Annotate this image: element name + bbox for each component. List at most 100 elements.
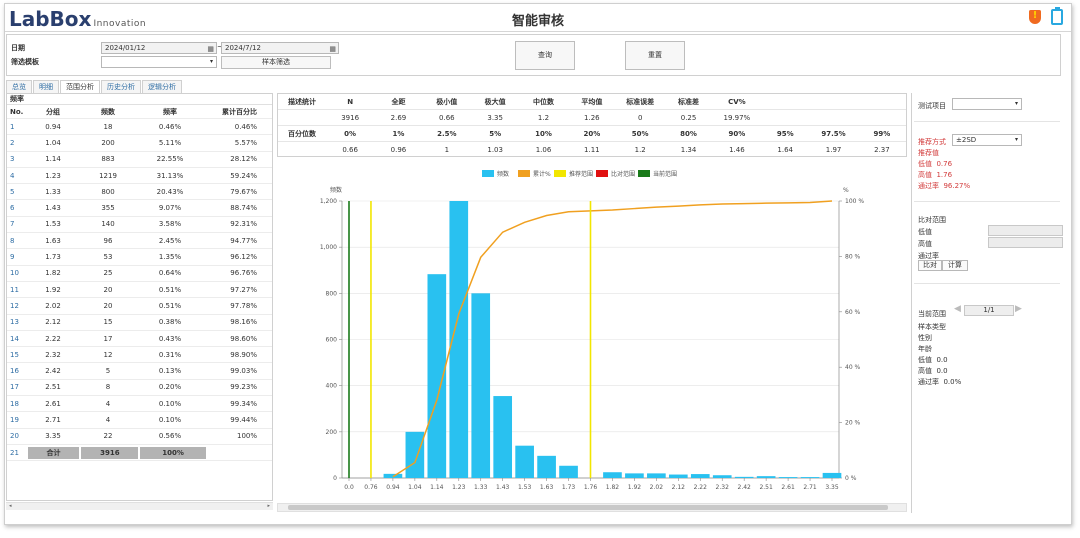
date-label: 日期 [11, 44, 25, 52]
tab-detail[interactable]: 明细 [33, 80, 59, 93]
table-cell: 0.51% [158, 301, 182, 310]
stats-cell: 90% [728, 129, 746, 138]
y-tick-label-left: 0 [333, 475, 337, 482]
calendar-icon[interactable]: ▦ [329, 44, 336, 54]
recommend-method-select[interactable]: ±2SD ▾ [952, 134, 1022, 146]
histogram-bar [625, 473, 644, 478]
histogram-bar [537, 455, 556, 478]
tab-bar: 总览 明细 范围分析 历史分析 逻辑分析 [6, 80, 183, 93]
compare-low-input[interactable] [988, 225, 1063, 236]
col-header-group: 分组 [46, 107, 60, 116]
total-row-freq: 100% [140, 446, 206, 459]
table-row[interactable]: 11 1.92 20 0.51% 97.27% [7, 282, 272, 299]
stats-cell: 0.66 [342, 146, 358, 154]
prev-arrow-icon[interactable]: ◀ [954, 304, 961, 314]
table-cell: 0.64% [158, 269, 182, 278]
compare-high-input[interactable] [988, 237, 1063, 248]
x-tick-label: 1.33 [474, 484, 488, 491]
x-tick-label: 2.02 [650, 484, 664, 491]
calc-button[interactable]: 计算 [942, 260, 968, 271]
stats-cell: 3.35 [487, 113, 503, 122]
table-row[interactable]: 12 2.02 20 0.51% 97.78% [7, 298, 272, 315]
table-cell: 15 [103, 318, 113, 327]
table-cell: 17 [10, 383, 19, 392]
table-row[interactable]: 9 1.73 53 1.35% 96.12% [7, 249, 272, 266]
chart-svg: 频数 累计% 推荐范围 比对范围 当前范围频数 %02004006008001,0001,… [320, 170, 864, 491]
table-cell: 0.10% [158, 415, 182, 424]
template-select[interactable]: ▾ [101, 56, 217, 68]
current-range-label: 当前范围 [918, 310, 946, 318]
sample-filter-button[interactable]: 样本筛选 [221, 56, 331, 69]
reset-button[interactable]: 重置 [625, 41, 685, 70]
compare-button[interactable]: 比对 [918, 260, 942, 271]
table-cell: 3.35 [45, 432, 61, 441]
tab-overview[interactable]: 总览 [6, 80, 32, 93]
table-cell: 0.20% [158, 383, 182, 392]
query-button[interactable]: 查询 [515, 41, 575, 70]
stats-cell: 标准差 [678, 97, 700, 106]
table-row[interactable]: 20 3.35 22 0.56% 100% [7, 429, 272, 445]
histogram-chart: 频数 累计% 推荐范围 比对范围 当前范围 频数% 0 200 400 600 800 1,000 1,… [277, 160, 907, 500]
tab-range-analysis[interactable]: 范围分析 [60, 80, 100, 93]
stats-cell: 19.97% [723, 113, 751, 122]
legend-label: 累计% [533, 170, 551, 178]
app-window: LabBoxInnovation 智能审核 日期 筛选模板 2024/01/12… [4, 3, 1072, 525]
tab-history-analysis[interactable]: 历史分析 [101, 80, 141, 93]
table-row[interactable]: 2 1.04 200 5.11% 5.57% [7, 135, 272, 152]
table-cell: 1.23 [45, 171, 61, 180]
table-cell: 96 [103, 236, 113, 245]
table-row[interactable]: 1 0.94 18 0.46% 0.46% [7, 119, 272, 136]
calendar-icon[interactable]: ▦ [207, 44, 214, 54]
table-scrollbar[interactable]: ◂ ▸ [6, 502, 273, 510]
test-item-select[interactable]: ▾ [952, 98, 1022, 110]
alert-shield-icon[interactable] [1029, 10, 1041, 24]
y-tick-label-right: 60 % [845, 309, 861, 316]
table-row[interactable]: 19 2.71 4 0.10% 99.44% [7, 412, 272, 429]
divider [914, 121, 1060, 122]
stats-cell: 标准误差 [626, 97, 655, 106]
pager: 1/1 [964, 305, 1014, 316]
stats-cell: 1.97 [825, 146, 842, 154]
table-cell: 98.90% [230, 350, 257, 359]
chart-scroll-thumb[interactable] [288, 505, 888, 510]
page-title: 智能审核 [511, 14, 564, 29]
compare-low-label: 低值 [918, 228, 932, 236]
recommend-method-label: 推荐方式 [918, 138, 946, 146]
frequency-table-header: No. 分组 频数 频率 累计百分比 [7, 105, 272, 119]
table-row[interactable]: 16 2.42 5 0.13% 99.03% [7, 363, 272, 380]
compare-high-label: 高值 [918, 240, 932, 248]
compare-range-label: 比对范围 [918, 216, 946, 224]
table-row[interactable]: 13 2.12 15 0.38% 98.16% [7, 315, 272, 331]
total-row-no: 21 [10, 448, 19, 457]
chart-scrollbar[interactable] [277, 503, 907, 512]
date-to-input[interactable]: 2024/7/12 ▦ [221, 42, 339, 54]
table-row[interactable]: 6 1.43 355 9.07% 88.74% [7, 200, 272, 217]
legend-swatch [482, 170, 494, 177]
table-cell: 8 [10, 236, 15, 245]
table-row[interactable]: 4 1.23 1219 31.13% 59.24% [7, 168, 272, 185]
next-arrow-icon[interactable]: ▶ [1015, 304, 1022, 314]
y-tick-label-right: 0 % [845, 475, 857, 482]
col-header-count: 频数 [101, 107, 115, 116]
table-row[interactable]: 5 1.33 800 20.43% 79.67% [7, 184, 272, 201]
table-row[interactable]: 15 2.32 12 0.31% 98.90% [7, 347, 272, 364]
table-row[interactable]: 10 1.82 25 0.64% 96.76% [7, 266, 272, 282]
y-tick-label-right: 100 % [845, 198, 864, 205]
table-row[interactable]: 18 2.61 4 0.10% 99.34% [7, 396, 272, 413]
table-cell: 88.74% [230, 204, 257, 213]
date-from-input[interactable]: 2024/01/12 ▦ [101, 42, 217, 54]
table-cell: 99.23% [230, 383, 257, 392]
tab-logic-analysis[interactable]: 逻辑分析 [142, 80, 182, 93]
clipboard-icon[interactable] [1051, 7, 1063, 25]
gender-label: 性别 [918, 334, 932, 342]
table-row[interactable]: 14 2.22 17 0.43% 98.60% [7, 331, 272, 348]
table-row[interactable]: 8 1.63 96 2.45% 94.77% [7, 233, 272, 250]
stats-cell: 0.66 [439, 113, 455, 122]
x-tick-label: 1.82 [606, 484, 620, 491]
table-row[interactable]: 17 2.51 8 0.20% 99.23% [7, 380, 272, 397]
table-cell: 20 [103, 301, 113, 310]
table-row[interactable]: 3 1.14 883 22.55% 28.12% [7, 152, 272, 168]
table-row[interactable]: 7 1.53 140 3.58% 92.31% [7, 217, 272, 234]
y-tick-label-left: 400 [326, 383, 338, 390]
test-item-label: 测试项目 [918, 102, 946, 110]
